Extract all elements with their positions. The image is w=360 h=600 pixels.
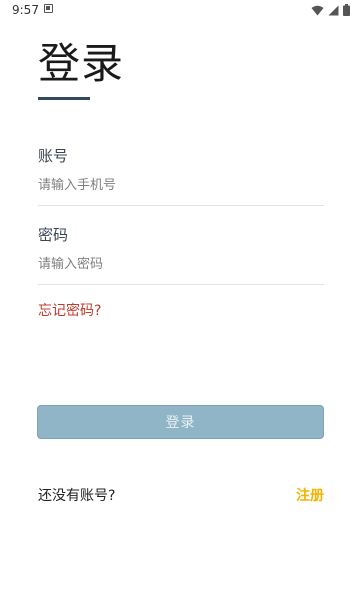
password-label: 密码 xyxy=(38,226,69,244)
status-bar: 9:57 xyxy=(0,0,360,20)
wifi-icon xyxy=(311,5,324,15)
status-icons xyxy=(311,4,350,16)
account-label: 账号 xyxy=(38,147,69,165)
battery-icon xyxy=(343,4,350,16)
password-input[interactable] xyxy=(38,245,324,285)
register-link[interactable]: 注册 xyxy=(296,485,324,505)
no-account-text: 还没有账号? xyxy=(38,488,116,504)
page-title: 登录 xyxy=(38,39,125,88)
title-underline xyxy=(38,97,90,100)
forgot-password-link[interactable]: 忘记密码? xyxy=(38,300,101,320)
login-button[interactable]: 登录 xyxy=(37,405,324,439)
status-time: 9:57 xyxy=(12,3,39,17)
a-notification-icon xyxy=(44,4,53,13)
signal-icon xyxy=(328,5,339,15)
account-input[interactable] xyxy=(38,166,324,206)
